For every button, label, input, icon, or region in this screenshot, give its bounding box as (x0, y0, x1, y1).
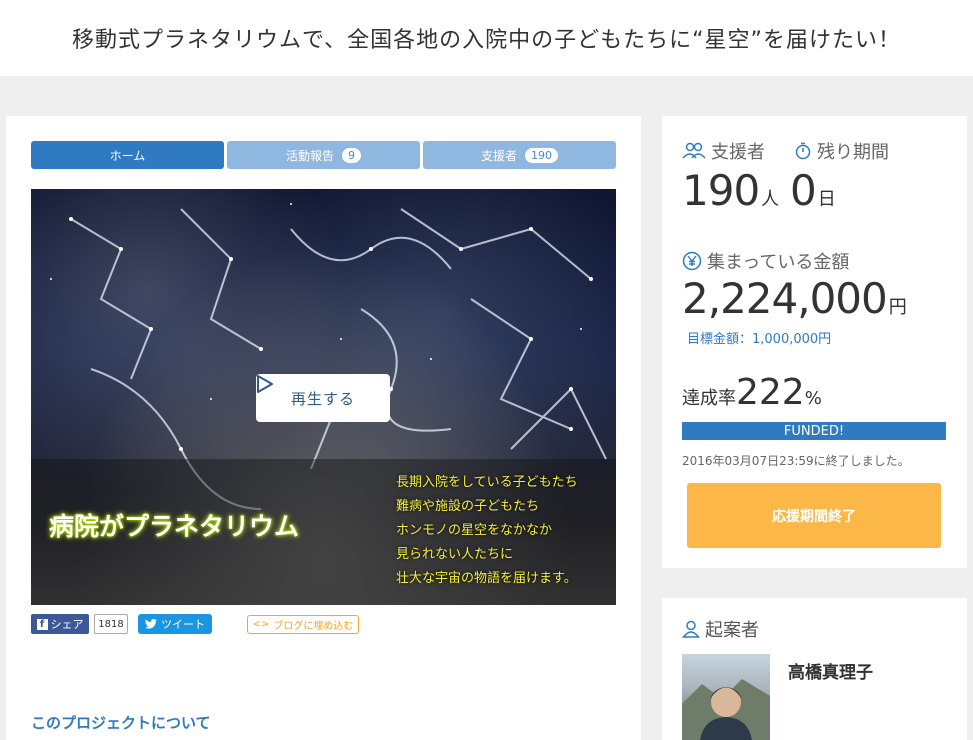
amount-label: 集まっている金額 (707, 252, 850, 273)
achievement-rate: 達成率222% (682, 372, 822, 413)
page-title: 移動式プラネタリウムで、全国各地の入院中の子どもたちに“星空”を届けたい！ (72, 28, 901, 53)
end-date-text: 2016年03月07日23:59に終了しました。 (682, 454, 910, 468)
facebook-icon: f (36, 618, 48, 630)
user-icon (682, 620, 700, 638)
remaining-unit: 日 (817, 189, 836, 210)
tab-home-label: ホーム (109, 148, 146, 163)
project-video[interactable]: 再生する 病院がプラネタリウム 長期入院をしている子どもたち 難病や施設の子ども… (31, 189, 616, 605)
video-overlay-text: 長期入院をしている子どもたち 難病や施設の子どもたち ホンモノの星空をなかなか … (396, 471, 578, 591)
tab-supporters-label: 支援者 (480, 148, 517, 163)
video-line: 長期入院をしている子どもたち (396, 475, 578, 490)
tab-home[interactable]: ホーム (31, 141, 224, 169)
supporters-count: 190 人 (682, 166, 779, 215)
supporters-heading: 支援者 (682, 138, 765, 164)
owner-name[interactable]: 高橋真理子 (788, 658, 873, 683)
page-header: 移動式プラネタリウムで、全国各地の入院中の子どもたちに“星空”を届けたい！ (0, 0, 973, 76)
play-button-label: 再生する (290, 389, 355, 408)
facebook-share-label: シェア (50, 618, 84, 631)
tweet-label: ツイート (161, 618, 205, 631)
amount-collected: 2,224,000 円 (682, 274, 907, 323)
project-tabs: ホーム 活動報告 9 支援者 190 (31, 141, 616, 169)
tab-supporters[interactable]: 支援者 190 (423, 141, 616, 169)
video-line: 難病や施設の子どもたち (396, 499, 540, 514)
stopwatch-icon (795, 142, 811, 160)
amount-heading: 集まっている金額 (682, 248, 849, 274)
owner-avatar[interactable] (682, 654, 770, 740)
video-line: ホンモノの星空をなかなか (396, 523, 553, 538)
video-overlay-title: 病院がプラネタリウム (49, 512, 300, 541)
avatar-photo (682, 679, 770, 740)
play-button[interactable]: 再生する (256, 374, 390, 422)
video-line: 壮大な宇宙の物語を届けます。 (396, 571, 577, 586)
remaining-label: 残り期間 (817, 142, 889, 163)
funded-progress-bar: FUNDED! (682, 422, 946, 440)
twitter-bird-icon (145, 619, 157, 629)
users-icon (682, 142, 706, 159)
blog-embed-button[interactable]: <> ブログに埋め込む (247, 615, 359, 634)
remaining-value: 0 (790, 166, 817, 215)
supporters-unit: 人 (761, 189, 779, 210)
remaining-heading: 残り期間 (794, 138, 889, 164)
yen-coin-icon (682, 251, 702, 271)
supporters-value: 190 (682, 166, 760, 215)
supporters-label: 支援者 (711, 142, 765, 163)
tab-supporters-count: 190 (525, 147, 558, 163)
amount-value: 2,224,000 (682, 274, 888, 323)
rate-label: 達成率 (682, 388, 736, 409)
play-icon (257, 375, 273, 393)
tab-activity-reports[interactable]: 活動報告 9 (227, 141, 420, 169)
about-project-link[interactable]: このプロジェクトについて (31, 712, 211, 733)
code-icon: <> (252, 619, 270, 630)
tweet-button[interactable]: ツイート (138, 614, 212, 634)
main-column: ホーム 活動報告 9 支援者 190 再生する 病院がプラネタリウム 長期入院を… (6, 116, 641, 740)
owner-panel: 起案者 高橋真理子 (662, 598, 967, 740)
tab-activity-reports-label: 活動報告 (285, 148, 334, 163)
facebook-share-count: 1818 (94, 614, 128, 634)
owner-heading: 起案者 (682, 616, 759, 642)
facebook-share-button[interactable]: f シェア (31, 614, 89, 634)
owner-label: 起案者 (705, 620, 759, 641)
blog-embed-label: ブログに埋め込む (273, 621, 354, 632)
tab-activity-reports-count: 9 (342, 147, 361, 163)
support-ended-button[interactable]: 応援期間終了 (687, 483, 941, 548)
amount-unit: 円 (888, 297, 907, 318)
rate-unit: % (804, 388, 822, 409)
video-line: 見られない人たちに (396, 547, 514, 562)
share-bar: f シェア 1818 ツイート <> ブログに埋め込む (31, 614, 616, 634)
stats-panel: 支援者 残り期間 190 人 0日 集まっている金額 2,224,000 円 目標金… (662, 116, 967, 568)
goal-amount: 目標金額：1,000,000円 (687, 332, 832, 347)
remaining-days: 0日 (790, 166, 836, 215)
rate-value: 222 (736, 372, 805, 413)
